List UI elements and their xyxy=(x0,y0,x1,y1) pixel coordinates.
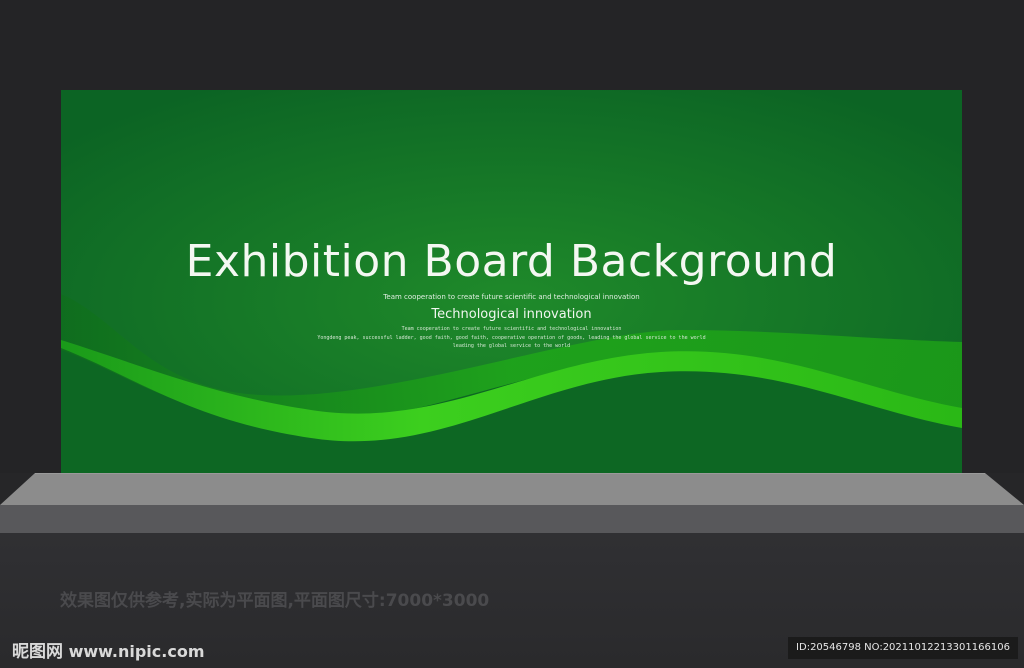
nipic-logo: 昵图网 www.nipic.com xyxy=(12,637,205,662)
nipic-logo-url: www.nipic.com xyxy=(68,642,205,661)
exhibition-board: Exhibition Board Background Team coopera… xyxy=(61,90,962,474)
board-tagline-top: Team cooperation to create future scient… xyxy=(383,293,640,301)
board-tagline-line3: leading the global service to the world xyxy=(452,343,571,349)
reference-caption: 效果图仅供参考,实际为平面图,平面图尺寸:7000*3000 xyxy=(60,591,490,611)
board-tagline-line2: Yongdeng peak, successful ladder, good f… xyxy=(317,335,706,341)
board-tagline-line1: Team cooperation to create future scient… xyxy=(401,326,622,332)
board-subtitle: Technological innovation xyxy=(431,307,592,322)
board-title: Exhibition Board Background xyxy=(185,236,838,287)
image-id-bar: ID:20546798 NO:20211012213301166106 xyxy=(788,637,1018,659)
nipic-logo-cn: 昵图网 xyxy=(12,642,63,662)
stage-floor xyxy=(0,473,1024,533)
